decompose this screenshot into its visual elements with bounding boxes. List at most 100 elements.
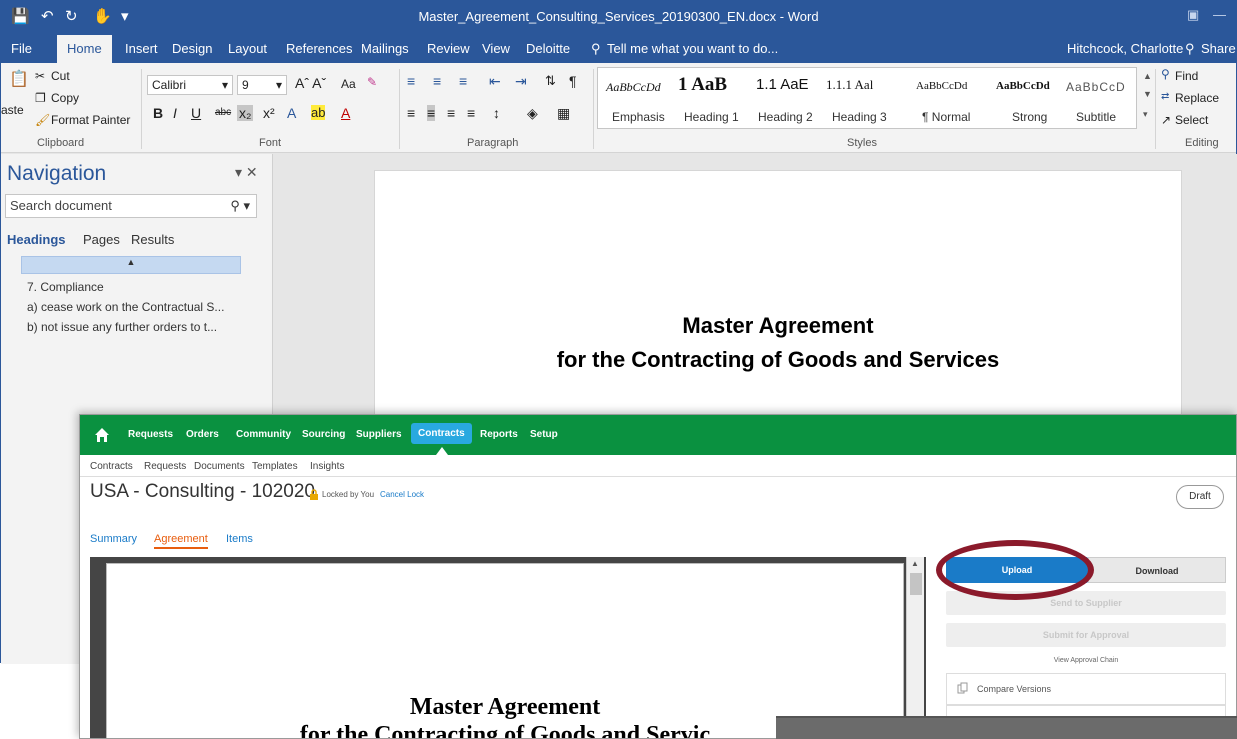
share-button[interactable]: Share — [1201, 41, 1236, 56]
tab-summary[interactable]: Summary — [90, 533, 137, 545]
align-right-icon[interactable]: ≡ — [447, 105, 455, 121]
heading-item[interactable]: b) not issue any further orders to t... — [27, 320, 217, 334]
navigation-title: Navigation — [7, 162, 107, 185]
subnav-requests[interactable]: Requests — [144, 461, 186, 472]
tab-mailings[interactable]: Mailings — [361, 41, 409, 56]
styles-scroll-up-icon[interactable]: ▲ — [1143, 71, 1152, 81]
italic-icon[interactable]: I — [173, 105, 177, 121]
heading-item[interactable]: a) cease work on the Contractual S... — [27, 300, 224, 314]
replace-button[interactable]: Replace — [1175, 91, 1219, 105]
text-effects-icon[interactable]: A — [287, 105, 296, 121]
superscript-icon[interactable]: x² — [263, 105, 275, 121]
grow-font-icon[interactable]: Aˆ Aˇ — [295, 75, 326, 91]
font-size-select[interactable]: 9 ▾ — [237, 75, 287, 95]
nav-sourcing[interactable]: Sourcing — [302, 429, 345, 440]
tab-pages[interactable]: Pages — [83, 232, 120, 247]
font-name-select[interactable]: Calibri ▾ — [147, 75, 233, 95]
home-icon[interactable] — [94, 427, 110, 443]
submit-for-approval-button[interactable]: Submit for Approval — [946, 623, 1226, 647]
share-icon[interactable]: ⚲ — [1185, 41, 1195, 57]
ribbon-display-icon[interactable]: ▣ — [1187, 7, 1199, 23]
style-preview: 1.1 AaE — [756, 76, 809, 93]
scroll-thumb[interactable] — [910, 573, 922, 595]
collapse-headings-icon[interactable]: ▲ — [21, 256, 241, 274]
compare-versions-row[interactable]: Compare Versions — [946, 673, 1226, 705]
nav-orders[interactable]: Orders — [186, 429, 219, 440]
search-icon[interactable]: ⚲ ▾ — [230, 198, 250, 214]
align-left-icon[interactable]: ≡ — [407, 105, 415, 121]
nav-requests[interactable]: Requests — [128, 429, 173, 440]
tab-references[interactable]: References — [286, 41, 352, 56]
agreement-page[interactable]: Master Agreement for the Contracting of … — [106, 563, 904, 738]
subnav-contracts[interactable]: Contracts — [90, 461, 133, 472]
subnav-templates[interactable]: Templates — [252, 461, 298, 472]
bullets-icon[interactable]: ≡ — [407, 73, 415, 89]
tab-view[interactable]: View — [482, 41, 510, 56]
lightbulb-icon: ⚲ — [591, 41, 601, 56]
editing-group-label: Editing — [1185, 137, 1219, 149]
clear-formatting-icon[interactable]: ✎ — [367, 75, 377, 89]
highlight-color-icon[interactable]: ab — [311, 105, 326, 120]
tab-items[interactable]: Items — [226, 533, 253, 545]
increase-indent-icon[interactable]: ⇥ — [515, 73, 527, 90]
styles-more-icon[interactable]: ▾ — [1143, 109, 1148, 120]
nav-setup[interactable]: Setup — [530, 429, 558, 440]
copy-button[interactable]: Copy — [51, 91, 79, 105]
cancel-lock-link[interactable]: Cancel Lock — [380, 490, 424, 499]
tab-results[interactable]: Results — [131, 232, 174, 247]
paste-icon[interactable]: 📋 — [9, 69, 29, 89]
tab-layout[interactable]: Layout — [228, 41, 267, 56]
scroll-up-icon[interactable]: ▲ — [911, 559, 919, 568]
justify-icon[interactable]: ≡ — [467, 105, 475, 121]
borders-icon[interactable]: ▦ — [557, 105, 570, 122]
styles-gallery: AaBbCcDd Emphasis 1 AaB Heading 1 1.1 Aa… — [597, 67, 1137, 129]
viewer-scrollbar[interactable]: ▲ — [906, 557, 924, 738]
decrease-indent-icon[interactable]: ⇤ — [489, 73, 501, 90]
subnav-insights[interactable]: Insights — [310, 461, 344, 472]
heading-item[interactable]: 7. Compliance — [27, 280, 104, 294]
tab-review[interactable]: Review — [427, 41, 470, 56]
status-badge: Draft — [1176, 485, 1224, 509]
format-painter-button[interactable]: Format Painter — [51, 113, 130, 127]
underline-icon[interactable]: U — [191, 105, 201, 121]
bold-icon[interactable]: B — [153, 105, 163, 121]
tab-deloitte[interactable]: Deloitte — [526, 41, 570, 56]
change-case-button[interactable]: Aa — [341, 77, 356, 91]
tab-headings[interactable]: Headings — [7, 232, 66, 247]
multilevel-list-icon[interactable]: ≡ — [459, 73, 467, 89]
align-center-icon[interactable]: ≡ — [427, 105, 436, 121]
pane-options-icon[interactable]: ▾ ✕ — [235, 164, 258, 181]
paste-button[interactable]: aste — [1, 103, 24, 117]
show-formatting-icon[interactable]: ¶ — [569, 73, 577, 89]
subscript-icon[interactable]: x₂ — [237, 105, 254, 121]
cut-button[interactable]: Cut — [51, 69, 70, 83]
tab-agreement[interactable]: Agreement — [154, 533, 208, 549]
search-document-input[interactable]: Search document ⚲ ▾ — [5, 194, 257, 218]
nav-reports[interactable]: Reports — [480, 429, 518, 440]
download-button[interactable]: Download — [1088, 557, 1226, 583]
find-button[interactable]: Find — [1175, 69, 1198, 83]
line-spacing-icon[interactable]: ↕ — [493, 105, 500, 121]
nav-suppliers[interactable]: Suppliers — [356, 429, 402, 440]
minimize-icon[interactable]: — — [1213, 7, 1226, 22]
tab-insert[interactable]: Insert — [125, 41, 158, 56]
tell-me-input[interactable]: Tell me what you want to do... — [607, 41, 778, 56]
styles-scroll-down-icon[interactable]: ▼ — [1143, 89, 1152, 99]
search-placeholder: Search document — [10, 198, 112, 213]
tab-file[interactable]: File — [11, 41, 32, 56]
tab-home[interactable]: Home — [57, 35, 112, 63]
subnav-documents[interactable]: Documents — [194, 461, 245, 472]
sort-icon[interactable]: ⇅ — [545, 73, 556, 89]
shading-icon[interactable]: ◈ — [527, 105, 538, 122]
cut-icon: ✂ — [35, 69, 46, 83]
strikethrough-icon[interactable]: abc — [215, 107, 231, 118]
font-name-value: Calibri — [152, 78, 187, 92]
font-color-icon[interactable]: A — [341, 105, 350, 121]
nav-contracts[interactable]: Contracts — [411, 423, 472, 444]
tab-design[interactable]: Design — [172, 41, 212, 56]
numbering-icon[interactable]: ≡ — [433, 73, 441, 89]
view-approval-chain-link[interactable]: View Approval Chain — [946, 657, 1226, 664]
nav-community[interactable]: Community — [236, 429, 291, 440]
account-name[interactable]: Hitchcock, Charlotte — [1067, 41, 1183, 56]
select-button[interactable]: Select — [1175, 113, 1208, 127]
